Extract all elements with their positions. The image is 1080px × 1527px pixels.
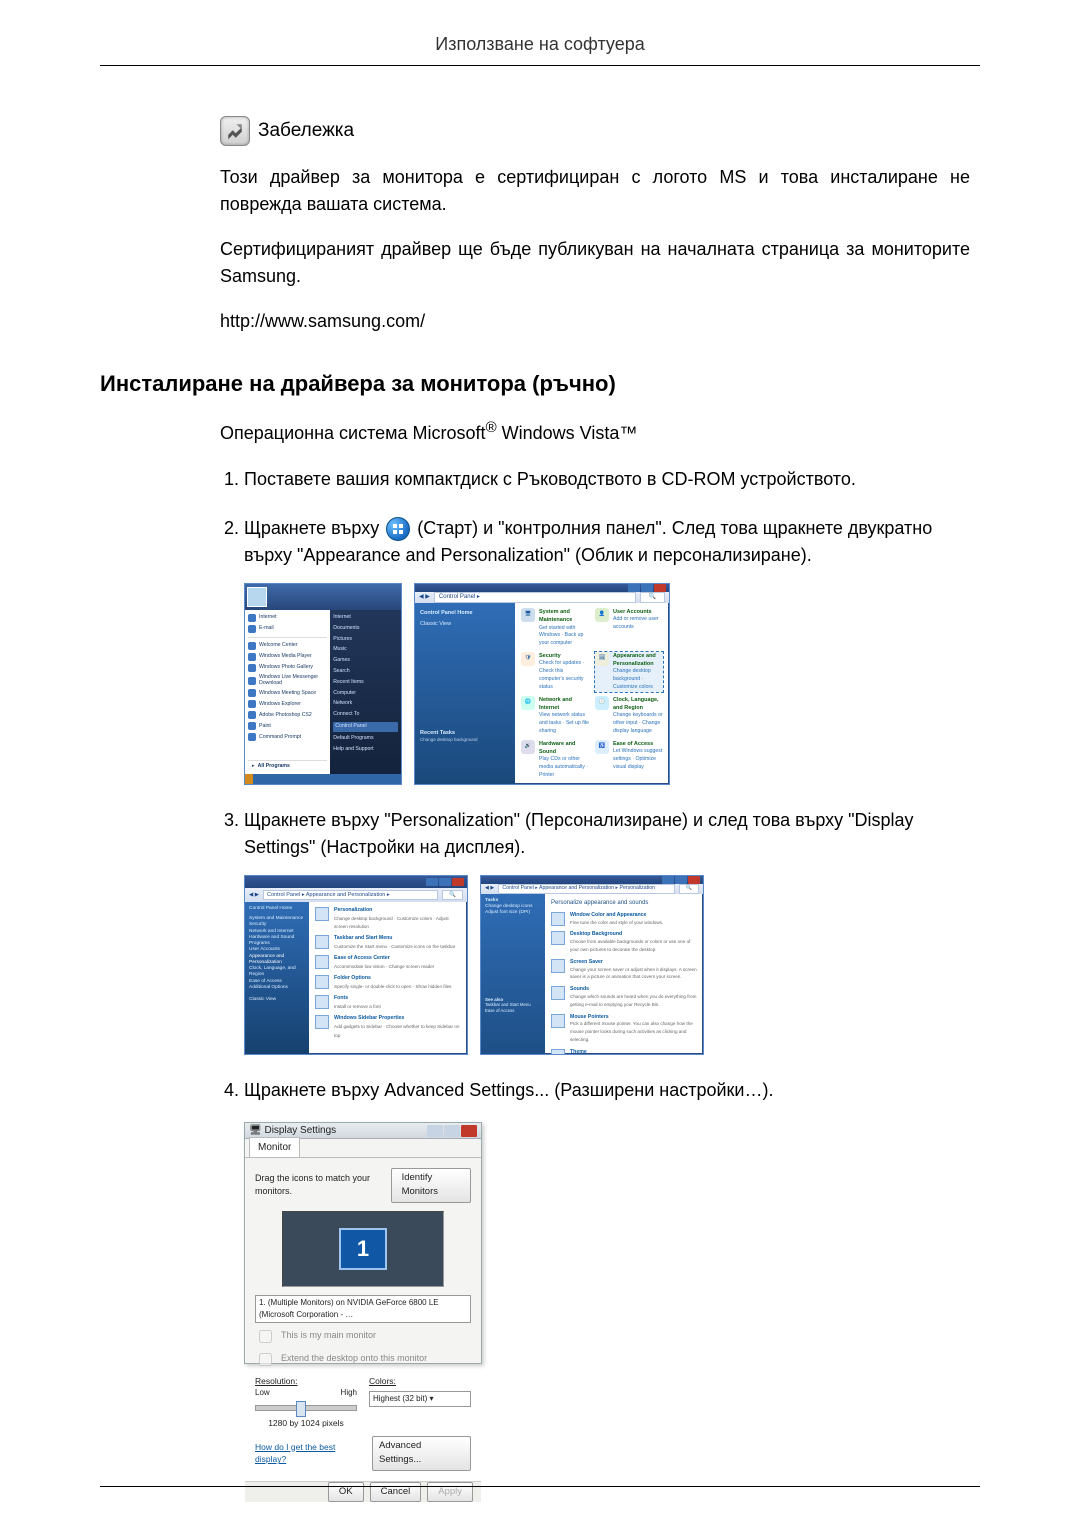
step-1-text: Поставете вашия компактдиск с Ръководств… xyxy=(244,469,856,489)
steps-list: Поставете вашия компактдиск с Ръководств… xyxy=(220,466,970,1364)
os-a: Операционна система Microsoft xyxy=(220,423,486,443)
advanced-settings-button[interactable]: Advanced Settings... xyxy=(372,1436,471,1471)
extend-checkbox xyxy=(259,1353,272,1366)
monitor-select[interactable]: 1. (Multiple Monitors) on NVIDIA GeForce… xyxy=(255,1295,471,1323)
resolution-slider[interactable] xyxy=(255,1405,357,1411)
note-label: Забележка xyxy=(258,120,354,142)
screenshot-appearance: ◀ ▶Control Panel ▸ Appearance and Person… xyxy=(244,875,468,1055)
apply-button: Apply xyxy=(427,1482,473,1502)
main-monitor-checkbox xyxy=(259,1330,272,1343)
cancel-button[interactable]: Cancel xyxy=(370,1482,422,1502)
header-rule xyxy=(100,65,980,66)
screenshot-personalization: ◀ ▶Control Panel ▸ Appearance and Person… xyxy=(480,875,704,1055)
identify-monitors-button[interactable]: Identify Monitors xyxy=(391,1168,471,1203)
page-header: Използване на софтуера xyxy=(100,34,980,65)
content: Забележка Този драйвер за монитора е сер… xyxy=(100,116,980,1364)
note-paragraph-2: Сертифицираният драйвер ще бъде публикув… xyxy=(220,236,970,290)
step-3-text: Щракнете върху "Personalization" (Персон… xyxy=(244,810,914,857)
start-orb-icon xyxy=(386,517,410,541)
note-url: http://www.samsung.com/ xyxy=(220,308,970,335)
note-paragraph-1: Този драйвер за монитора е сертифициран … xyxy=(220,164,970,218)
start-right: Internet Documents Pictures Music Games … xyxy=(330,610,401,774)
footer-rule xyxy=(100,1486,980,1487)
screenshot-control-panel: ◀ ▶ Control Panel ▸ 🔍 Control Panel Home… xyxy=(414,583,670,785)
step-2-screenshots: Internet E-mail Welcome Center Windows M… xyxy=(244,583,970,785)
help-link[interactable]: How do I get the best display? xyxy=(255,1441,366,1467)
colors-select[interactable]: Highest (32 bit) ▾ xyxy=(369,1391,471,1407)
screenshot-display-settings: 🖥 Display Settings Monitor Drag the icon… xyxy=(244,1122,482,1364)
step-3-screenshots: ◀ ▶Control Panel ▸ Appearance and Person… xyxy=(244,875,970,1055)
os-line: Операционна система Microsoft® Windows V… xyxy=(220,419,970,444)
step-4-screenshots: 🖥 Display Settings Monitor Drag the icon… xyxy=(244,1122,970,1364)
start-left: Internet E-mail Welcome Center Windows M… xyxy=(245,610,330,774)
os-b: Windows Vista™ xyxy=(497,423,638,443)
step-4: Щракнете върху Advanced Settings... (Раз… xyxy=(244,1077,970,1364)
screenshot-start-menu: Internet E-mail Welcome Center Windows M… xyxy=(244,583,402,785)
note-heading: Забележка xyxy=(220,116,970,146)
page: Използване на софтуера Забележка Този др… xyxy=(0,0,1080,1527)
step-1: Поставете вашия компактдиск с Ръководств… xyxy=(244,466,970,493)
ok-button[interactable]: OK xyxy=(328,1482,364,1502)
step-2: Щракнете върху (Старт) и "контролния пан… xyxy=(244,515,970,785)
section-title: Инсталиране на драйвера за монитора (ръч… xyxy=(100,371,970,397)
step-4-text: Щракнете върху Advanced Settings... (Раз… xyxy=(244,1080,773,1100)
step-3: Щракнете върху "Personalization" (Персон… xyxy=(244,807,970,1055)
note-icon xyxy=(220,116,250,146)
step-2a: Щракнете върху xyxy=(244,518,384,538)
reg-mark: ® xyxy=(486,419,497,436)
